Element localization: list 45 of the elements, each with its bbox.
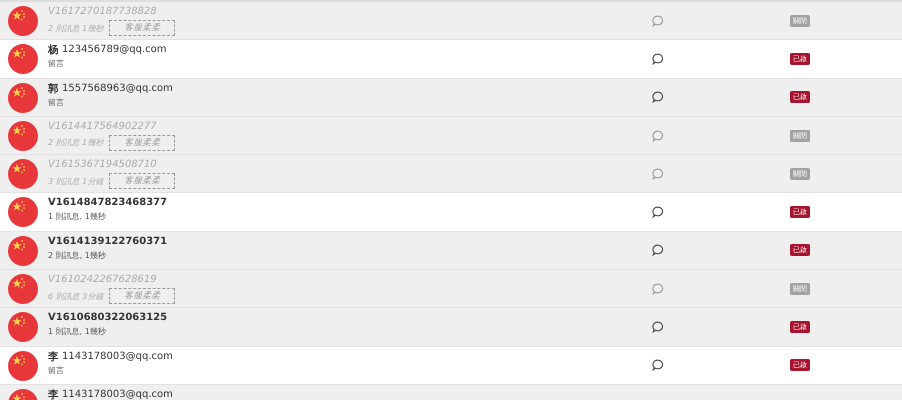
china-flag-icon — [8, 274, 38, 304]
china-flag-icon — [8, 159, 38, 190]
agent-tag: 客服柔柔 — [109, 288, 176, 304]
china-flag-icon — [8, 312, 38, 342]
message-summary: 2 則訊息 1幾秒 — [48, 137, 104, 148]
chat-icon[interactable] — [652, 244, 664, 256]
message-summary: 1 則訊息, 1幾秒 — [48, 211, 106, 222]
message-summary: 留言 — [48, 58, 64, 70]
china-flag-icon — [8, 6, 38, 36]
visitor-id: V1614417564902277 — [48, 120, 157, 133]
guest-email: 1557568963@qq.com — [62, 82, 173, 95]
visitor-id: V1610242267628619 — [48, 274, 157, 286]
visitor-id: V1614139122760371 — [48, 236, 168, 248]
message-summary: 3 則訊息 1分鐘 — [48, 176, 104, 187]
guest-email: 1143178003@qq.com — [62, 350, 173, 363]
guest-surname: 李 — [48, 350, 59, 363]
message-summary: 2 則訊息 1幾秒 — [48, 22, 104, 34]
visitor-id: V1615367194508710 — [48, 159, 157, 172]
chat-icon[interactable] — [652, 359, 664, 372]
agent-tag: 客服柔柔 — [109, 134, 176, 151]
visitor-id: V1617270187738828 — [48, 6, 157, 18]
china-flag-icon — [8, 350, 38, 381]
message-summary: 留言 — [48, 364, 64, 376]
guest-surname: 李 — [48, 388, 59, 400]
visitor-id: V1614847823468377 — [48, 197, 168, 210]
guest-email: 123456789@qq.com — [62, 44, 166, 56]
message-summary: 留言 — [48, 96, 64, 108]
message-summary: 2 則訊息, 1幾秒 — [48, 250, 106, 261]
china-flag-icon — [8, 197, 38, 228]
visitor-id: V1610680322063125 — [48, 312, 168, 324]
chat-icon[interactable] — [652, 52, 664, 65]
guest-email: 1143178003@qq.com — [62, 388, 173, 400]
china-flag-icon — [8, 44, 38, 74]
china-flag-icon — [8, 120, 38, 151]
guest-surname: 郭 — [48, 82, 59, 95]
chat-icon[interactable] — [652, 321, 664, 334]
agent-tag: 客服柔柔 — [109, 173, 176, 190]
china-flag-icon — [8, 236, 38, 266]
chat-icon[interactable] — [652, 206, 664, 218]
message-summary: 6 則訊息 3分鐘 — [48, 290, 104, 302]
message-summary: 1 則訊息, 1幾秒 — [48, 326, 106, 338]
guest-surname: 杨 — [48, 44, 59, 56]
china-flag-icon — [8, 82, 38, 113]
agent-tag: 客服柔柔 — [109, 20, 176, 36]
chat-icon[interactable] — [652, 91, 664, 104]
